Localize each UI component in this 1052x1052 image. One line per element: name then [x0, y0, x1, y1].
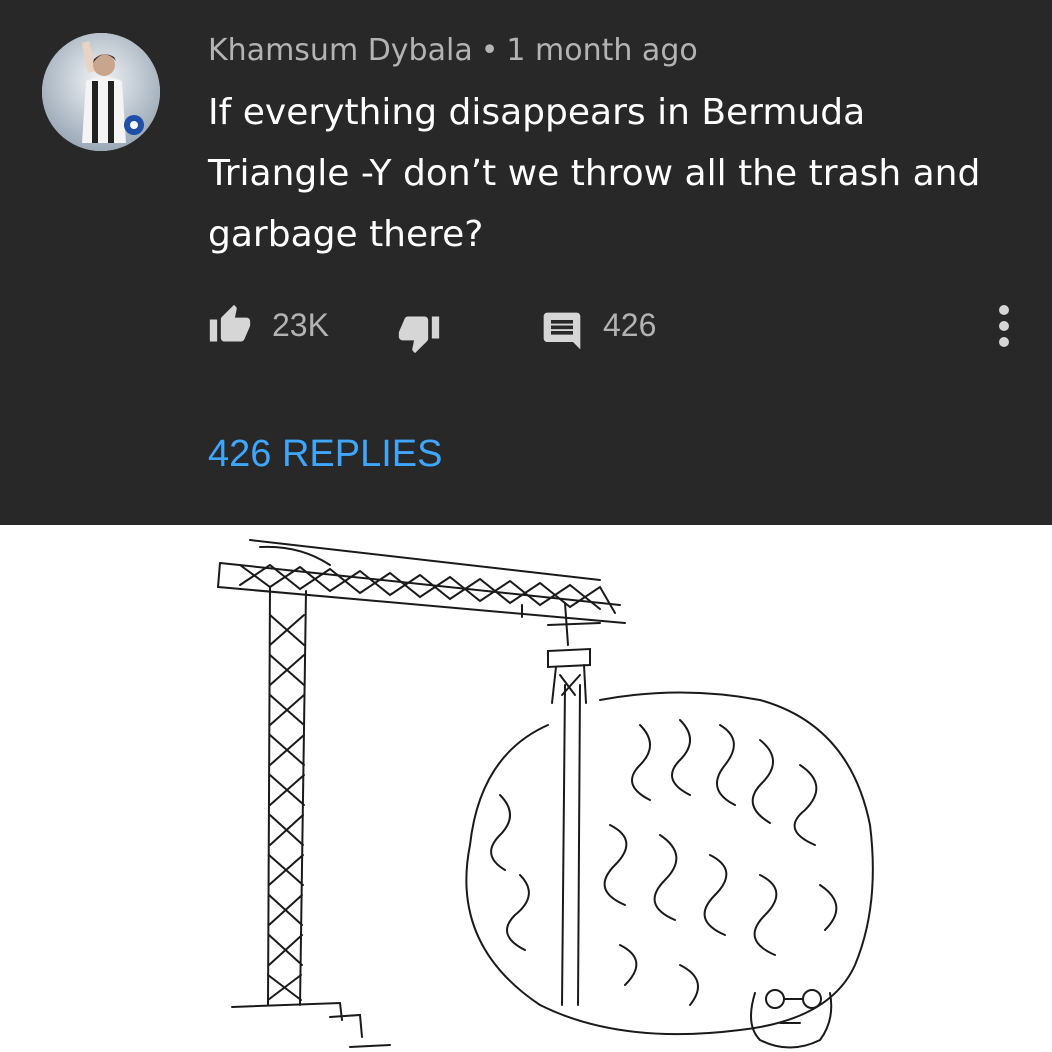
comment-actions: 23K 426: [0, 295, 1052, 361]
avatar-image: [42, 33, 160, 151]
meta-separator: •: [480, 33, 499, 68]
like-count: 23K: [272, 307, 329, 343]
thumbs-up-icon[interactable]: [208, 303, 252, 347]
more-vertical-icon[interactable]: [990, 301, 1018, 351]
thumbs-down-icon[interactable]: [397, 311, 441, 355]
comment-icon[interactable]: [540, 309, 584, 353]
crane-lifting-brain-drawing: [217, 539, 874, 1049]
comment-text: If everything disappears in Bermuda Tria…: [208, 92, 981, 255]
reply-count: 426: [603, 307, 657, 343]
author-avatar[interactable]: [42, 33, 160, 151]
author-name[interactable]: Khamsum Dybala: [208, 33, 473, 68]
comment-timestamp[interactable]: 1 month ago: [506, 33, 697, 68]
view-replies-button[interactable]: 426 REPLIES: [208, 433, 442, 476]
comment-card: Khamsum Dybala • 1 month ago If everything…: [0, 0, 1052, 525]
meme-image: [0, 525, 1052, 1052]
comment-meta: Khamsum Dybala • 1 month ago: [208, 33, 698, 68]
